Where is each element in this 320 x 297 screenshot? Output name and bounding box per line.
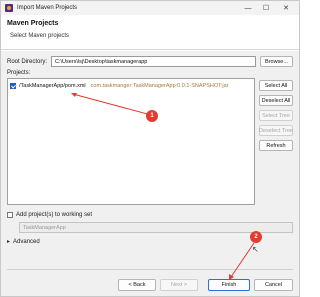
- annotation-badge-2: 2: [250, 231, 262, 243]
- working-set-checkbox[interactable]: [7, 212, 13, 218]
- mouse-cursor-icon: ↖: [252, 245, 259, 254]
- select-all-button[interactable]: Select All: [259, 80, 293, 91]
- projects-label: Projects:: [7, 70, 31, 76]
- working-set-label: Add project(s) to working set: [16, 212, 93, 218]
- page-subtitle: Select Maven projects: [10, 33, 70, 39]
- annotation-badge-1: 1: [146, 110, 158, 122]
- root-directory-label: Root Directory:: [7, 59, 48, 65]
- refresh-button[interactable]: Refresh: [259, 140, 293, 151]
- project-checkbox[interactable]: [10, 83, 16, 89]
- back-button[interactable]: < Back: [118, 279, 156, 291]
- title-bar: Import Maven Projects — ☐ ✕: [1, 1, 299, 15]
- advanced-label: Advanced: [13, 238, 40, 245]
- minimize-icon[interactable]: —: [241, 1, 255, 15]
- eclipse-icon: [5, 4, 13, 12]
- deselect-all-button[interactable]: Deselect All: [259, 95, 293, 106]
- working-set-row[interactable]: Add project(s) to working set: [7, 212, 92, 218]
- close-icon[interactable]: ✕: [279, 1, 293, 15]
- maximize-icon[interactable]: ☐: [259, 1, 273, 15]
- root-directory-input[interactable]: C:\Users\lsj\Desktop\taskmanagerapp: [51, 56, 256, 67]
- project-artifact: com.taskmanger:TaskManagerApp:0.0.1-SNAP…: [90, 83, 229, 89]
- window-title: Import Maven Projects: [17, 5, 78, 11]
- expand-arrow-icon: ▸: [7, 239, 11, 245]
- next-button[interactable]: Next >: [160, 279, 198, 291]
- finish-button[interactable]: Finish: [208, 279, 250, 291]
- cancel-button[interactable]: Cancel: [254, 279, 293, 291]
- page-title: Maven Projects: [7, 20, 59, 27]
- browse-button[interactable]: Browse...: [260, 56, 293, 67]
- footer-divider: [7, 269, 293, 270]
- projects-tree[interactable]: /TaskManagerApp/pom.xml com.taskmanger:T…: [7, 78, 255, 205]
- advanced-toggle[interactable]: ▸ Advanced: [7, 238, 40, 246]
- import-maven-projects-dialog: Import Maven Projects — ☐ ✕ Maven Projec…: [0, 0, 300, 297]
- list-item[interactable]: /TaskManagerApp/pom.xml com.taskmanger:T…: [10, 83, 229, 89]
- wizard-body: Root Directory: C:\Users\lsj\Desktop\tas…: [1, 51, 299, 296]
- project-pom-path: /TaskManagerApp/pom.xml: [19, 83, 86, 89]
- deselect-tree-button[interactable]: Deselect Tree: [259, 125, 293, 136]
- wizard-header: Maven Projects Select Maven projects: [1, 15, 299, 50]
- select-tree-button[interactable]: Select Tree: [259, 110, 293, 121]
